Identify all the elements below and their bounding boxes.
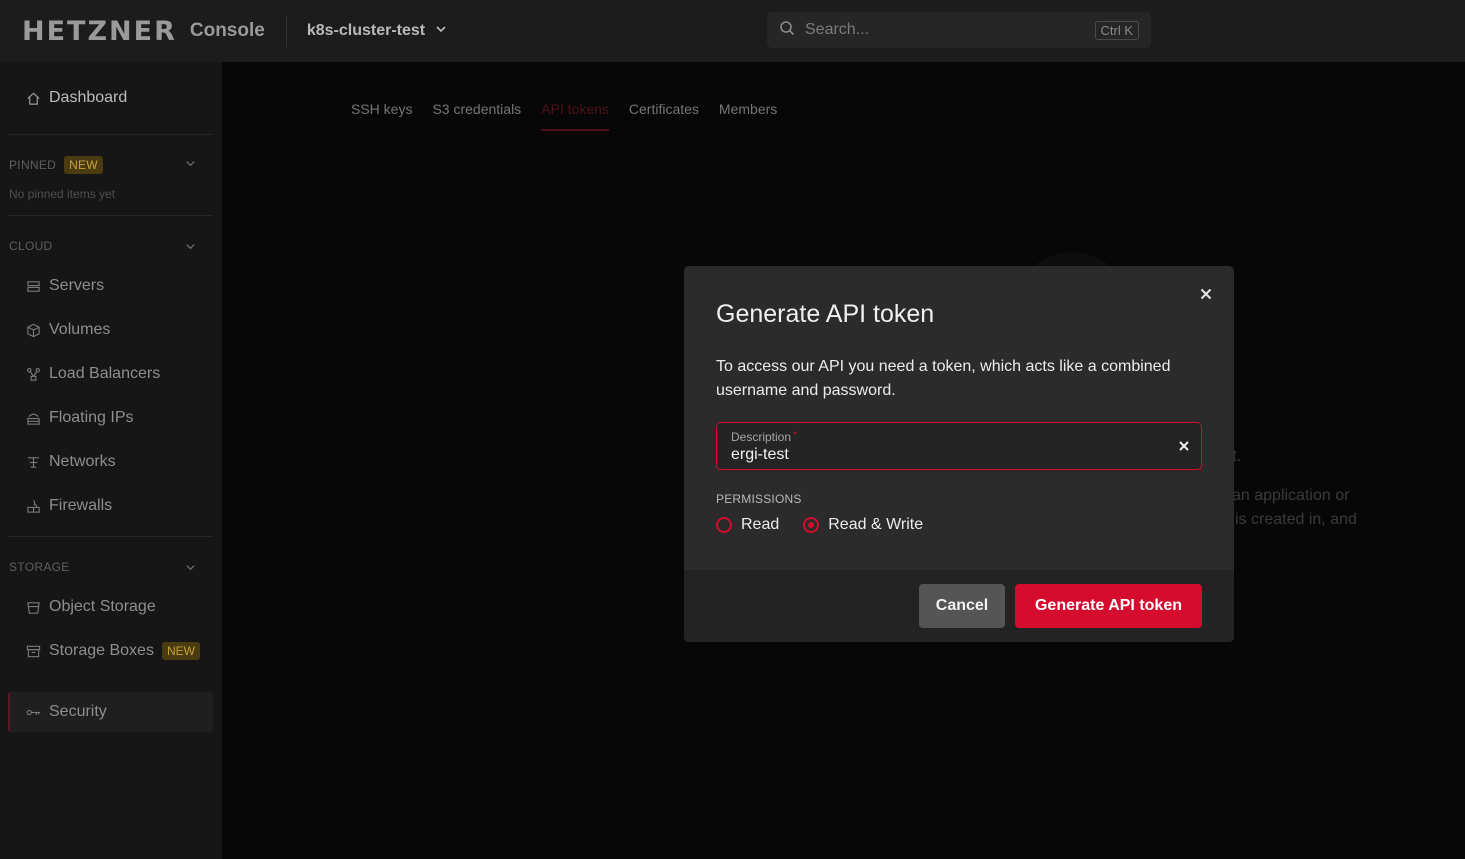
server-icon [25, 278, 42, 295]
permissions-label: PERMISSIONS [716, 492, 802, 506]
search-placeholder: Search... [805, 21, 870, 38]
firewall-icon [25, 498, 42, 515]
search-icon [779, 20, 795, 41]
cloud-header-label: CLOUD [9, 239, 53, 253]
cube-icon [25, 322, 42, 339]
sidebar-item-storage-boxes[interactable]: Storage Boxes NEW [8, 631, 213, 671]
sidebar-item-security[interactable]: Security [8, 692, 213, 732]
cancel-button[interactable]: Cancel [919, 584, 1005, 628]
permissions-radio-group: Read Read & Write [716, 516, 923, 534]
permission-read-write-radio[interactable]: Read & Write [803, 516, 923, 534]
network-icon [25, 454, 42, 471]
hetzner-logo[interactable]: HETZNER [22, 18, 177, 45]
project-selector[interactable]: k8s-cluster-test [307, 22, 447, 40]
key-icon [25, 704, 42, 721]
storage-header-label: STORAGE [9, 560, 70, 574]
search-shortcut-hint: Ctrl K [1094, 21, 1139, 40]
field-label-text: Description [731, 430, 792, 444]
project-name: k8s-cluster-test [306, 22, 426, 39]
radio-label: Read & Write [828, 516, 924, 533]
sidebar-item-volumes[interactable]: Volumes [8, 310, 213, 350]
sidebar-item-label: Floating IPs [49, 409, 134, 426]
dialog-description: To access our API you need a token, whic… [716, 358, 1171, 399]
chevron-down-icon[interactable] [185, 158, 196, 172]
generate-api-token-dialog: Generate API token To access our API you… [684, 266, 1234, 642]
sidebar-item-load-balancers[interactable]: Load Balancers [8, 354, 213, 394]
console-label: Console [189, 20, 265, 41]
sidebar-item-firewalls[interactable]: Firewalls [8, 486, 213, 526]
pinned-new-badge: NEW [64, 156, 103, 174]
radio-label: Read [741, 516, 780, 533]
sidebar-item-label: Networks [49, 453, 116, 470]
description-field-label: Description * [731, 430, 797, 444]
bucket-icon [25, 599, 42, 616]
sidebar-item-label: Volumes [49, 321, 111, 338]
description-input[interactable] [731, 445, 1161, 465]
pinned-empty-note: No pinned items yet [9, 187, 116, 201]
dialog-footer: Cancel Generate API token [684, 570, 1234, 642]
load-balancer-icon [25, 366, 42, 383]
pinned-section-header[interactable]: PINNED NEW [9, 156, 204, 174]
home-icon [25, 90, 42, 107]
chevron-down-icon [435, 22, 447, 40]
floating-ip-icon [25, 410, 42, 427]
chevron-down-icon[interactable] [185, 562, 196, 576]
storage-section-header[interactable]: STORAGE [9, 560, 204, 574]
sidebar-divider [8, 215, 213, 216]
sidebar-item-label: Object Storage [49, 598, 156, 615]
generate-api-token-button[interactable]: Generate API token [1015, 584, 1202, 628]
sidebar-divider [8, 134, 213, 135]
clear-input-icon[interactable] [1177, 439, 1191, 453]
permission-read-radio[interactable]: Read [716, 516, 779, 534]
topbar-divider [285, 15, 287, 47]
close-icon[interactable] [1198, 286, 1214, 302]
pinned-header-label: PINNED [9, 158, 57, 172]
sidebar-item-label: Load Balancers [49, 365, 161, 382]
sidebar-item-label: Security [49, 703, 107, 720]
storage-boxes-new-badge: NEW [161, 642, 200, 660]
chevron-down-icon[interactable] [185, 241, 196, 255]
sidebar-item-label: Dashboard [49, 89, 128, 106]
sidebar-item-dashboard[interactable]: Dashboard [8, 78, 213, 118]
sidebar-divider [8, 536, 213, 537]
dialog-title: Generate API token [716, 300, 935, 328]
sidebar-item-label: Firewalls [49, 497, 113, 514]
required-mark: * [793, 430, 797, 441]
description-field[interactable]: Description * [716, 422, 1202, 470]
search-bar[interactable]: Search... Ctrl K [767, 12, 1151, 48]
sidebar-item-networks[interactable]: Networks [8, 442, 213, 482]
top-bar: HETZNER Console k8s-cluster-test Search.… [0, 0, 1465, 62]
cloud-section-header[interactable]: CLOUD [9, 239, 204, 253]
sidebar: Dashboard PINNED NEW No pinned items yet… [0, 62, 222, 859]
radio-indicator[interactable] [716, 517, 732, 533]
radio-indicator[interactable] [803, 517, 820, 533]
sidebar-item-floating-ips[interactable]: Floating IPs [8, 398, 213, 438]
sidebar-item-label: Storage Boxes [49, 642, 154, 659]
sidebar-item-servers[interactable]: Servers [8, 266, 213, 306]
sidebar-item-object-storage[interactable]: Object Storage [8, 587, 213, 627]
sidebar-item-label: Servers [49, 277, 105, 294]
storage-box-icon [25, 643, 42, 660]
